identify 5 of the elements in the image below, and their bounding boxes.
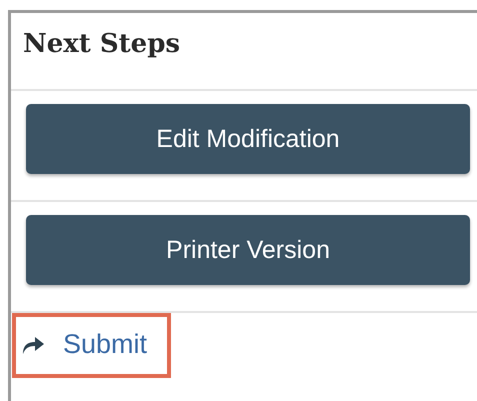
submit-link[interactable]: Submit xyxy=(16,317,168,374)
action-button[interactable]: Edit Modification xyxy=(26,104,470,174)
action-button[interactable]: Printer Version xyxy=(26,215,470,285)
share-arrow-icon xyxy=(21,334,45,354)
panel-title: Next Steps xyxy=(22,28,182,61)
